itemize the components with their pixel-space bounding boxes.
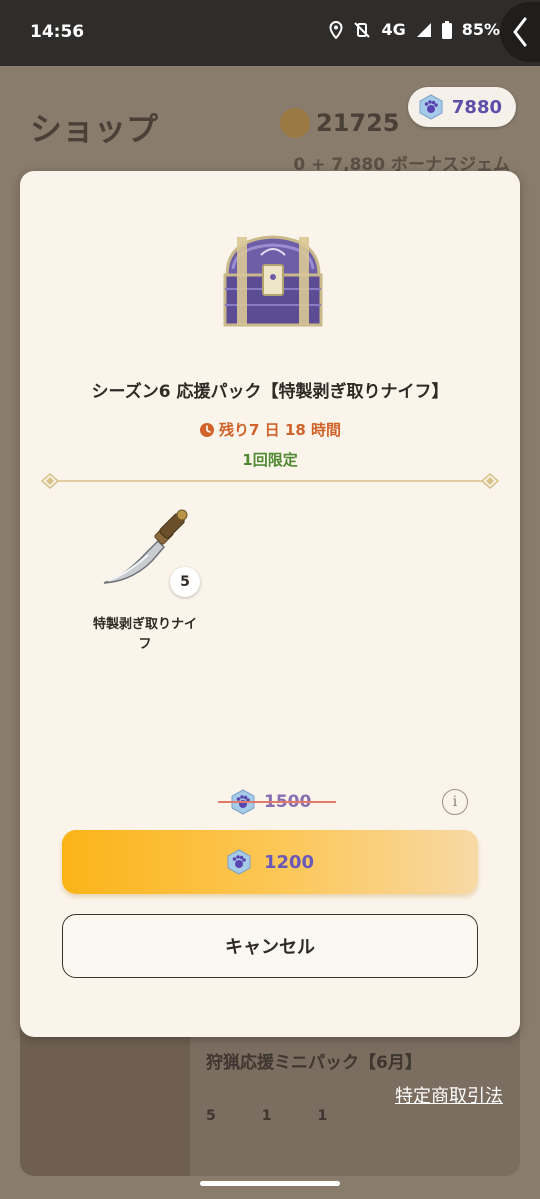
status-time: 14:56 bbox=[30, 22, 85, 42]
status-icons: 4G 85% bbox=[329, 20, 500, 39]
coin-balance: 21725 bbox=[280, 108, 400, 138]
treasure-chest-icon bbox=[223, 235, 323, 327]
location-icon bbox=[329, 20, 343, 39]
background-pack-title: 狩猟応援ミニパック【6月】 bbox=[206, 1053, 422, 1073]
coin-amount: 21725 bbox=[316, 109, 400, 137]
item-quantity-badge: 5 bbox=[170, 567, 200, 597]
gem-balance-pill[interactable]: 7880 bbox=[407, 87, 516, 127]
cancel-button[interactable]: キャンセル bbox=[62, 914, 478, 978]
pack-title: シーズン6 応援パック【特製剥ぎ取りナイフ】 bbox=[91, 382, 449, 402]
battery-icon bbox=[441, 20, 452, 39]
purchase-limit: 1回限定 bbox=[242, 451, 298, 469]
content-count: 5 bbox=[206, 1108, 216, 1124]
network-label: 4G bbox=[381, 20, 406, 39]
legal-notice-link[interactable]: 特定商取引法 bbox=[395, 1082, 503, 1108]
strikethrough-line bbox=[218, 801, 336, 803]
content-count: 1 bbox=[317, 1108, 328, 1124]
vibrate-off-icon bbox=[353, 21, 371, 39]
paw-gem-icon bbox=[227, 849, 251, 875]
back-chevron-icon[interactable] bbox=[500, 2, 540, 62]
background-pack-contents: 5 1 1 bbox=[206, 1108, 327, 1124]
time-remaining: 残り7 日 18 時間 bbox=[20, 419, 520, 440]
ornamental-divider bbox=[40, 473, 500, 489]
pack-thumbnail bbox=[20, 1016, 190, 1176]
item-name: 特製剥ぎ取りナイフ bbox=[92, 617, 197, 652]
page-title: ショップ bbox=[30, 110, 159, 148]
coin-icon bbox=[280, 108, 310, 138]
info-icon[interactable]: i bbox=[442, 789, 468, 815]
clock-icon bbox=[200, 422, 214, 437]
timer-text: 残り7 日 18 時間 bbox=[219, 421, 341, 439]
status-bar: 14:56 4G 85% bbox=[0, 0, 540, 66]
price-value: 1200 bbox=[263, 851, 315, 873]
signal-icon bbox=[416, 22, 432, 38]
gem-amount: 7880 bbox=[451, 96, 502, 118]
purchase-button[interactable]: 1200 bbox=[62, 830, 478, 894]
original-price: 1500 bbox=[218, 789, 336, 815]
battery-level: 85% bbox=[461, 20, 500, 39]
purchase-dialog: シーズン6 応援パック【特製剥ぎ取りナイフ】 残り7 日 18 時間 1回限定 … bbox=[20, 171, 520, 1037]
home-indicator[interactable] bbox=[200, 1181, 340, 1186]
content-count: 1 bbox=[261, 1108, 272, 1124]
paw-gem-icon bbox=[419, 94, 443, 120]
